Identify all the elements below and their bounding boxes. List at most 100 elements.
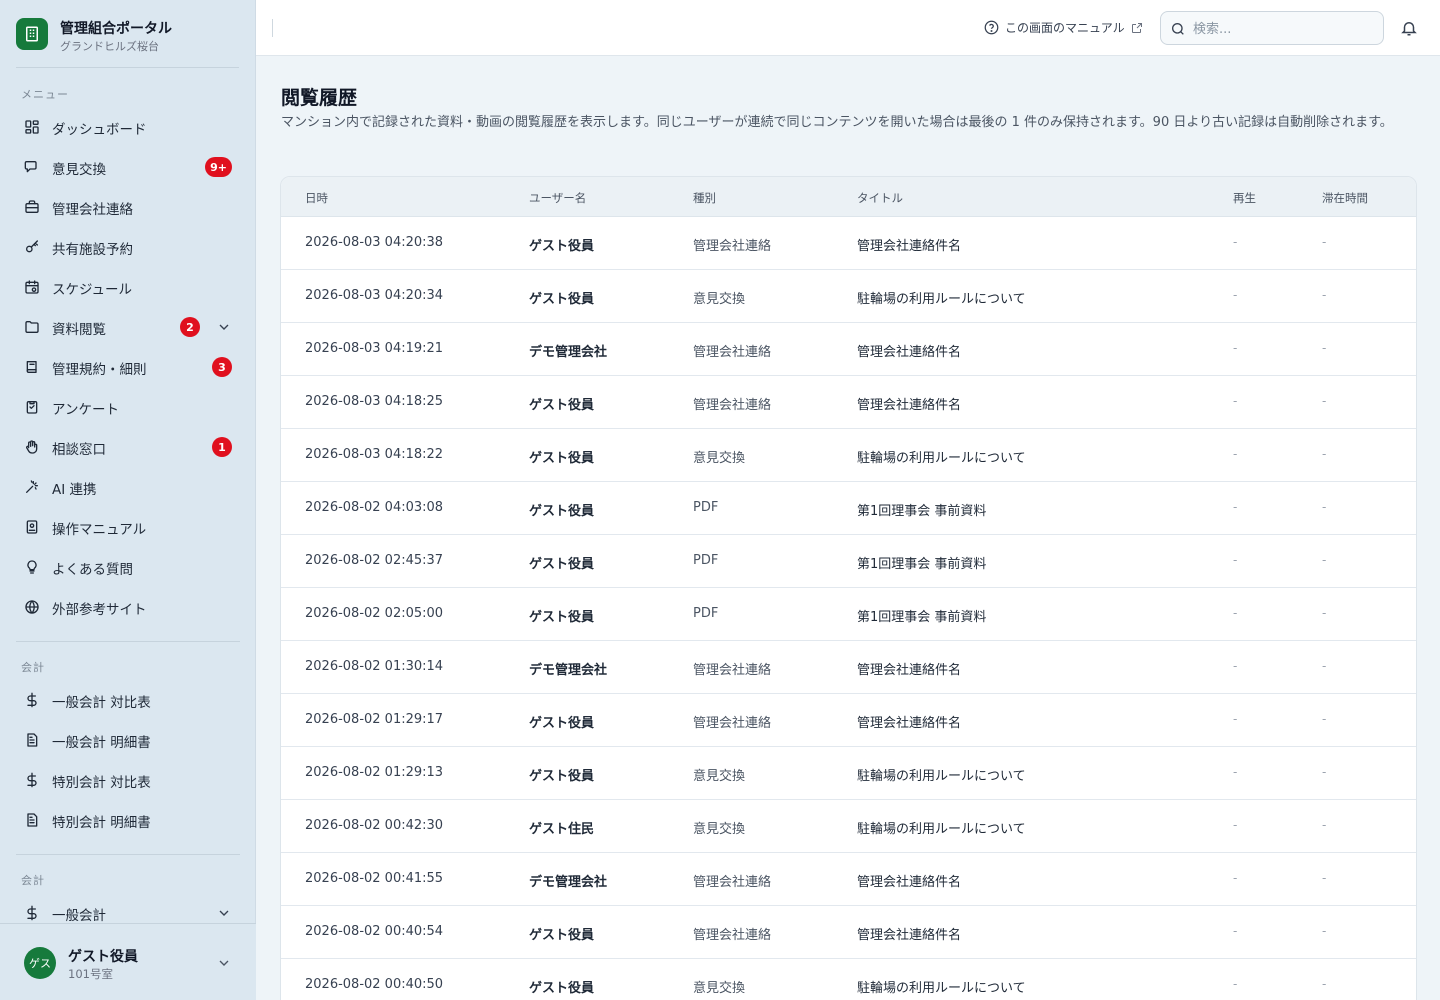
cell-duration: - xyxy=(1322,924,1327,938)
cell-play: - xyxy=(1233,765,1238,779)
sidebar-item[interactable]: 管理規約・細則 3 xyxy=(16,349,240,385)
sidebar-item[interactable]: 共有施設予約 xyxy=(16,229,240,265)
folder-icon xyxy=(24,319,40,335)
sidebar-item[interactable]: 相談窓口 1 xyxy=(16,429,240,465)
table-row[interactable]: 2026-08-02 01:29:13 ゲスト役員 意見交換 駐輪場の利用ルールについ… xyxy=(281,747,1416,800)
sidebar-item[interactable]: 特別会計 対比表 xyxy=(16,762,240,798)
search-icon xyxy=(1172,23,1184,35)
sidebar-item-label: 相談窓口 xyxy=(52,442,106,458)
manual-link[interactable]: この画面のマニュアル xyxy=(984,19,1143,36)
bell-icon[interactable] xyxy=(1400,19,1418,37)
cell-play: - xyxy=(1233,977,1238,991)
cell-duration: - xyxy=(1322,288,1327,302)
chevron-down-icon[interactable] xyxy=(216,905,232,921)
sidebar-item-label: 資料閲覧 xyxy=(52,322,106,338)
sidebar-item-label: 操作マニュアル xyxy=(52,522,147,538)
divider xyxy=(16,854,240,855)
cell-user: ゲスト役員 xyxy=(529,769,595,784)
sidebar-item[interactable]: 一般会計 明細書 xyxy=(16,722,240,758)
globe-icon xyxy=(24,599,40,615)
user-menu[interactable]: ゲス ゲスト役員 101号室 xyxy=(0,923,256,1000)
cell-user: ゲスト役員 xyxy=(529,610,595,625)
cell-kind: 管理会社連絡 xyxy=(693,663,772,678)
cell-datetime: 2026-08-02 00:41:55 xyxy=(305,871,444,886)
sidebar-item-label: 外部参考サイト xyxy=(52,602,147,618)
sidebar-item[interactable]: スケジュール xyxy=(16,269,240,305)
sidebar-item[interactable]: アンケート xyxy=(16,389,240,425)
table-row[interactable]: 2026-08-02 00:40:50 ゲスト役員 意見交換 駐輪場の利用ルールについ… xyxy=(281,959,1416,1000)
sidebar-item[interactable]: 操作マニュアル xyxy=(16,509,240,545)
sidebar-item[interactable]: 一般会計 対比表 xyxy=(16,682,240,718)
chevron-down-icon[interactable] xyxy=(216,319,232,335)
sidebar-item[interactable]: 外部参考サイト xyxy=(16,589,240,625)
user-name: ゲスト役員 xyxy=(68,949,138,965)
document-icon xyxy=(24,732,40,748)
help-circle-icon xyxy=(984,20,999,35)
table-row[interactable]: 2026-08-03 04:18:22 ゲスト役員 意見交換 駐輪場の利用ルールについ… xyxy=(281,429,1416,482)
cell-title: 駐輪場の利用ルールについて xyxy=(857,769,1026,784)
chevron-down-icon[interactable] xyxy=(216,955,232,971)
table-row[interactable]: 2026-08-02 01:29:17 ゲスト役員 管理会社連絡 管理会社連絡件名 - - xyxy=(281,694,1416,747)
cell-title: 管理会社連絡件名 xyxy=(857,663,962,678)
book-icon xyxy=(24,359,40,375)
sidebar-item-label: 特別会計 明細書 xyxy=(52,815,151,831)
table-row[interactable]: 2026-08-02 00:41:55 デモ管理会社 管理会社連絡 管理会社連絡件名 -… xyxy=(281,853,1416,906)
dollar-icon xyxy=(24,772,40,788)
cell-user: デモ管理会社 xyxy=(529,663,608,678)
cell-datetime: 2026-08-02 00:40:54 xyxy=(305,924,444,939)
table-row[interactable]: 2026-08-03 04:18:25 ゲスト役員 管理会社連絡 管理会社連絡件名 - - xyxy=(281,376,1416,429)
cell-kind: 管理会社連絡 xyxy=(693,875,772,890)
lightbulb-icon xyxy=(24,559,40,575)
sidebar-item-label: 共有施設予約 xyxy=(52,242,133,258)
sidebar-item[interactable]: よくある質問 xyxy=(16,549,240,585)
sidebar-item[interactable]: 資料閲覧 2 xyxy=(16,309,240,345)
table-row[interactable]: 2026-08-02 00:40:54 ゲスト役員 管理会社連絡 管理会社連絡件名 - - xyxy=(281,906,1416,959)
cell-user: ゲスト役員 xyxy=(529,928,595,943)
table-row[interactable]: 2026-08-03 04:20:34 ゲスト役員 意見交換 駐輪場の利用ルールについ… xyxy=(281,270,1416,323)
manual-icon xyxy=(24,519,40,535)
manual-link-label: この画面のマニュアル xyxy=(1005,21,1125,35)
cell-datetime: 2026-08-03 04:18:25 xyxy=(305,394,444,409)
search-box[interactable] xyxy=(1160,11,1384,45)
briefcase-icon xyxy=(24,199,40,215)
table-row[interactable]: 2026-08-03 04:20:38 ゲスト役員 管理会社連絡 管理会社連絡件名 - - xyxy=(281,217,1416,270)
sidebar-item-label: スケジュール xyxy=(52,282,133,298)
dollar-icon xyxy=(24,692,40,708)
table-row[interactable]: 2026-08-02 01:30:14 デモ管理会社 管理会社連絡 管理会社連絡件名 -… xyxy=(281,641,1416,694)
table-row[interactable]: 2026-08-02 04:03:08 ゲスト役員 PDF 第1回理事会 事前資料 - - xyxy=(281,482,1416,535)
brand[interactable]: 管理組合ポータル グランドヒルズ桜台 xyxy=(16,16,239,68)
table-row[interactable]: 2026-08-03 04:19:21 デモ管理会社 管理会社連絡 管理会社連絡件名 -… xyxy=(281,323,1416,376)
sidebar-item[interactable]: 意見交換 9+ xyxy=(16,149,240,185)
clipboard-icon xyxy=(24,399,40,415)
cell-duration: - xyxy=(1322,606,1327,620)
sidebar-item-label: 一般会計 対比表 xyxy=(52,695,151,711)
cell-title: 駐輪場の利用ルールについて xyxy=(857,822,1026,837)
cell-play: - xyxy=(1233,659,1238,673)
cell-play: - xyxy=(1233,553,1238,567)
sidebar-item[interactable]: AI 連携 xyxy=(16,469,240,505)
sidebar-item[interactable]: 管理会社連絡 xyxy=(16,189,240,225)
table-row[interactable]: 2026-08-02 00:42:30 ゲスト住民 意見交換 駐輪場の利用ルールについ… xyxy=(281,800,1416,853)
sidebar-item-label: 管理会社連絡 xyxy=(52,202,133,218)
sidebar-item-label: 特別会計 対比表 xyxy=(52,775,151,791)
cell-datetime: 2026-08-02 00:40:50 xyxy=(305,977,444,992)
cell-datetime: 2026-08-02 01:30:14 xyxy=(305,659,444,674)
notification-badge: 3 xyxy=(212,357,232,377)
cell-duration: - xyxy=(1322,394,1327,408)
search-input[interactable] xyxy=(1193,18,1373,40)
table-row[interactable]: 2026-08-02 02:45:37 ゲスト役員 PDF 第1回理事会 事前資料 - - xyxy=(281,535,1416,588)
brand-subtitle: グランドヒルズ桜台 xyxy=(60,40,159,53)
cell-title: 駐輪場の利用ルールについて xyxy=(857,981,1026,996)
dollar-icon xyxy=(24,905,40,921)
cell-play: - xyxy=(1233,818,1238,832)
column-header-kind: 種別 xyxy=(693,191,716,205)
table-row[interactable]: 2026-08-02 02:05:00 ゲスト役員 PDF 第1回理事会 事前資料 - - xyxy=(281,588,1416,641)
page-description: マンション内で記録された資料・動画の閲覧履歴を表示します。同じユーザーが連続で同… xyxy=(281,115,1393,130)
cell-kind: 意見交換 xyxy=(693,769,746,784)
sidebar-item[interactable]: 特別会計 明細書 xyxy=(16,802,240,838)
sidebar-item[interactable]: ダッシュボード xyxy=(16,109,240,145)
cell-user: ゲスト役員 xyxy=(529,981,595,996)
cell-title: 管理会社連絡件名 xyxy=(857,928,962,943)
sidebar-item-label: ダッシュボード xyxy=(52,122,147,138)
sidebar-item-label: よくある質問 xyxy=(52,562,133,578)
